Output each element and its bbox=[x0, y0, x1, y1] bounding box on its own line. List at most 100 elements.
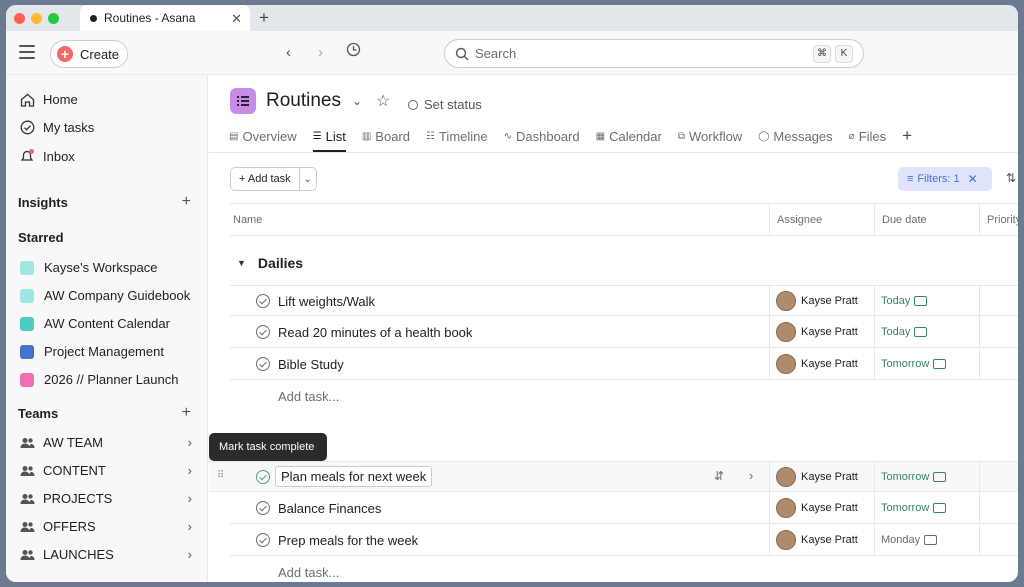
insights-heading[interactable]: Insights bbox=[18, 195, 68, 210]
maximize-window-button[interactable] bbox=[48, 12, 59, 24]
task-name[interactable]: Bible Study bbox=[278, 357, 344, 372]
starred-item[interactable]: AW Company Guidebook bbox=[18, 288, 190, 303]
sort-icon[interactable]: ⇅ bbox=[1006, 171, 1016, 185]
due-date-cell[interactable]: Tomorrow bbox=[881, 358, 947, 370]
open-details-icon[interactable]: › bbox=[749, 468, 753, 483]
team-item[interactable]: OFFERS › bbox=[18, 519, 198, 534]
tab-dashboard[interactable]: ∿ Dashboard bbox=[504, 123, 587, 149]
caret-down-icon[interactable]: ▼ bbox=[237, 258, 246, 268]
sidebar-item-inbox[interactable]: Inbox bbox=[18, 148, 75, 164]
sidebar-item-my-tasks[interactable]: My tasks bbox=[18, 120, 94, 135]
team-item[interactable]: AW TEAM › bbox=[18, 435, 198, 450]
add-insight-icon[interactable]: + bbox=[182, 193, 191, 211]
search-input[interactable]: Search ⌘ K bbox=[444, 39, 864, 68]
add-team-icon[interactable]: + bbox=[182, 404, 191, 422]
create-button[interactable]: + Create bbox=[50, 40, 128, 68]
due-date-cell[interactable]: Monday bbox=[881, 534, 938, 546]
assignee-cell[interactable]: Kayse Pratt bbox=[776, 354, 858, 374]
chevron-right-icon[interactable]: › bbox=[188, 435, 192, 450]
starred-heading[interactable]: Starred bbox=[18, 230, 64, 245]
table-row[interactable]: Read 20 minutes of a health book Kayse P… bbox=[230, 317, 1018, 348]
column-divider bbox=[769, 462, 770, 493]
task-name[interactable]: Read 20 minutes of a health book bbox=[278, 325, 472, 340]
chevron-right-icon[interactable]: › bbox=[188, 519, 192, 534]
browser-tab[interactable]: Routines - Asana ✕ bbox=[80, 5, 250, 31]
column-header-due-date[interactable]: Due date bbox=[882, 214, 927, 226]
assignee-cell[interactable]: Kayse Pratt bbox=[776, 530, 858, 550]
table-row[interactable]: Bible Study Kayse Pratt Tomorrow bbox=[230, 349, 1018, 380]
close-window-button[interactable] bbox=[14, 12, 25, 24]
due-date-cell[interactable]: Today bbox=[881, 326, 928, 338]
add-tab-button[interactable]: + bbox=[902, 123, 919, 149]
chevron-right-icon[interactable]: › bbox=[188, 463, 192, 478]
starred-item[interactable]: 2026 // Planner Launch bbox=[18, 372, 178, 387]
column-header-assignee[interactable]: Assignee bbox=[777, 214, 822, 226]
task-name[interactable]: Lift weights/Walk bbox=[278, 294, 375, 309]
team-item[interactable]: LAUNCHES › bbox=[18, 547, 198, 562]
subtask-icon[interactable]: ⇵ bbox=[714, 469, 724, 483]
tab-messages[interactable]: ◯ Messages bbox=[758, 123, 839, 149]
history-icon[interactable] bbox=[346, 42, 361, 61]
table-row[interactable]: Prep meals for the week Kayse Pratt Mond… bbox=[230, 525, 1018, 556]
column-header-name[interactable]: Name bbox=[233, 214, 262, 226]
table-row[interactable]: Lift weights/Walk Kayse Pratt Today bbox=[230, 285, 1018, 317]
forward-arrow-icon[interactable]: › bbox=[318, 44, 323, 61]
star-icon[interactable]: ☆ bbox=[376, 91, 390, 111]
complete-check-icon[interactable] bbox=[256, 533, 270, 547]
tab-overview[interactable]: ▤ Overview bbox=[229, 123, 304, 149]
task-name[interactable]: Balance Finances bbox=[278, 501, 381, 516]
back-arrow-icon[interactable]: ‹ bbox=[286, 44, 291, 61]
drag-handle-icon[interactable]: ⠿ bbox=[217, 470, 224, 481]
teams-heading[interactable]: Teams bbox=[18, 406, 58, 421]
complete-check-icon[interactable] bbox=[256, 325, 270, 339]
new-tab-button[interactable]: + bbox=[259, 8, 269, 28]
task-name[interactable]: Prep meals for the week bbox=[278, 533, 418, 548]
tab-timeline[interactable]: ☷ Timeline bbox=[426, 123, 495, 149]
section-title[interactable]: Dailies bbox=[258, 255, 303, 271]
menu-icon[interactable] bbox=[19, 45, 35, 63]
team-item[interactable]: PROJECTS › bbox=[18, 491, 198, 506]
table-row[interactable]: Balance Finances Kayse Pratt Tomorrow bbox=[230, 493, 1018, 524]
due-date-cell[interactable]: Tomorrow bbox=[881, 471, 947, 483]
tab-board[interactable]: ▥ Board bbox=[362, 123, 417, 149]
starred-item[interactable]: AW Content Calendar bbox=[18, 316, 170, 331]
task-name-input[interactable]: Plan meals for next week bbox=[275, 466, 433, 487]
clear-filter-icon[interactable]: ✕ bbox=[968, 172, 978, 186]
dashboard-icon: ∿ bbox=[503, 130, 513, 142]
assignee-cell[interactable]: Kayse Pratt bbox=[776, 322, 858, 342]
close-tab-icon[interactable]: ✕ bbox=[231, 11, 242, 27]
add-task-row[interactable]: Add task... bbox=[278, 565, 339, 580]
tab-workflow[interactable]: ⧉ Workflow bbox=[678, 123, 749, 149]
column-header-priority[interactable]: Priority bbox=[987, 214, 1018, 226]
tab-list[interactable]: ☰ List bbox=[312, 123, 353, 152]
sidebar-item-home[interactable]: Home bbox=[18, 92, 78, 107]
tab-calendar[interactable]: ▦ Calendar bbox=[596, 123, 669, 149]
tab-files[interactable]: ⌀ Files bbox=[849, 123, 893, 149]
assignee-cell[interactable]: Kayse Pratt bbox=[776, 467, 858, 487]
minimize-window-button[interactable] bbox=[31, 12, 42, 24]
starred-item[interactable]: Kayse's Workspace bbox=[18, 260, 158, 275]
sidebar-item-label: My tasks bbox=[43, 120, 95, 135]
chevron-right-icon[interactable]: › bbox=[188, 491, 192, 506]
assignee-cell[interactable]: Kayse Pratt bbox=[776, 498, 858, 518]
complete-check-icon[interactable] bbox=[256, 470, 270, 484]
complete-check-icon[interactable] bbox=[256, 357, 270, 371]
project-title[interactable]: Routines bbox=[266, 90, 341, 112]
chevron-down-icon[interactable]: ⌄ bbox=[300, 174, 316, 185]
set-status-button[interactable]: Set status bbox=[408, 97, 482, 112]
complete-check-icon[interactable] bbox=[256, 294, 270, 308]
add-task-row[interactable]: Add task... bbox=[278, 389, 339, 404]
due-date-cell[interactable]: Today bbox=[881, 295, 928, 307]
chevron-down-icon[interactable]: ⌄ bbox=[352, 94, 362, 108]
chevron-right-icon[interactable]: › bbox=[188, 547, 192, 562]
add-task-label[interactable]: + Add task bbox=[231, 168, 300, 190]
add-task-button[interactable]: + Add task ⌄ bbox=[230, 167, 317, 191]
filters-button[interactable]: ≡ Filters: 1 ✕ bbox=[898, 167, 992, 191]
assignee-cell[interactable]: Kayse Pratt bbox=[776, 291, 858, 311]
team-item[interactable]: CONTENT › bbox=[18, 463, 198, 478]
section-header[interactable]: ▼ Dailies bbox=[237, 255, 303, 271]
complete-check-icon[interactable] bbox=[256, 501, 270, 515]
due-date-cell[interactable]: Tomorrow bbox=[881, 502, 947, 514]
starred-item[interactable]: Project Management bbox=[18, 344, 164, 359]
table-row-hovered[interactable]: ⠿ Plan meals for next week ⇵ › Kayse Pra… bbox=[209, 461, 1018, 493]
